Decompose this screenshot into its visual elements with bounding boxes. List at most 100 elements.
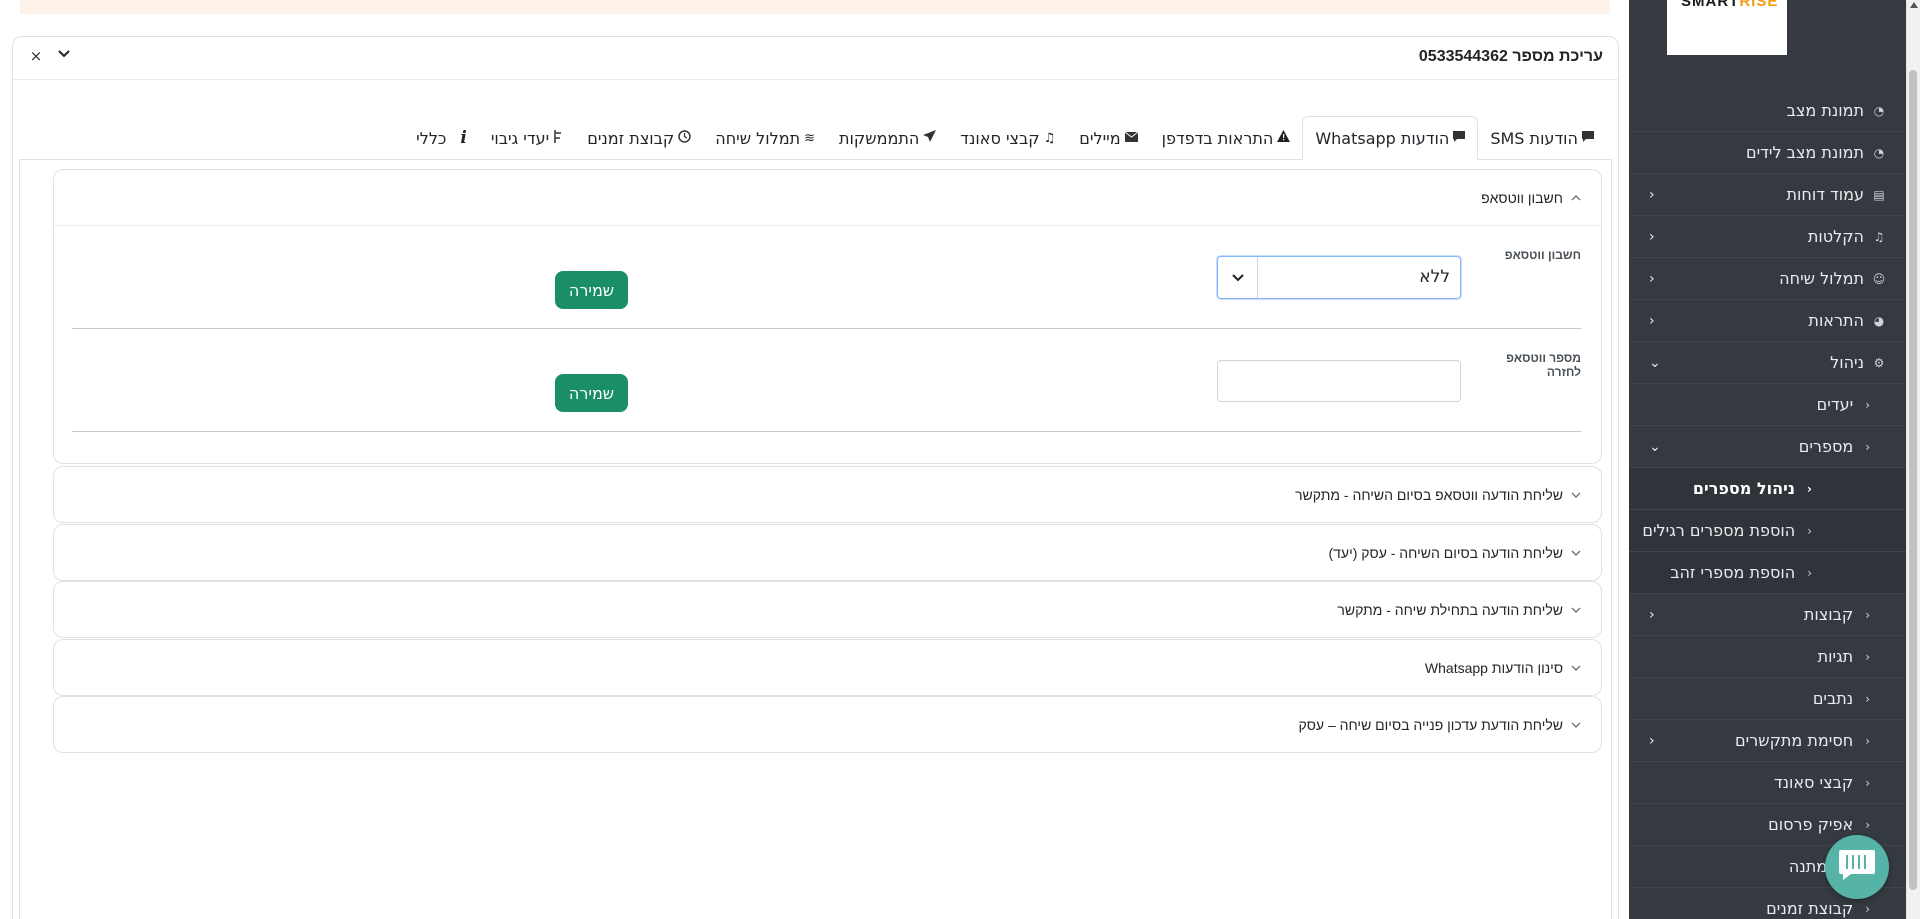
sidebar-item-leads-dashboard[interactable]: ◔ תמונת מצב לידים — [1629, 132, 1906, 174]
tab-bar: הודעות SMS הודעות Whatsapp התראות בדפדפן… — [404, 116, 1606, 160]
tab-general[interactable]: i כללי — [404, 116, 479, 160]
tab-sound-files[interactable]: ♫ קבצי סאונד — [948, 116, 1067, 160]
accordion-header[interactable]: שליחת הודעה בסיום השיחה - עסק (יעד) — [54, 525, 1601, 580]
chevron-left-icon: ‹ — [1649, 607, 1655, 623]
sidebar-item-groups[interactable]: ‹ קבוצות ‹ — [1629, 594, 1906, 636]
sidebar-item-label: התראות — [1808, 311, 1864, 330]
tab-label: מיילים — [1079, 128, 1121, 148]
waves-icon: ≋ — [804, 130, 816, 146]
accordion-header[interactable]: סינון הודעות Whatsapp — [54, 640, 1601, 695]
sidebar-nav: ◔ תמונת מצב ◔ תמונת מצב לידים ▤ עמוד דוח… — [1629, 90, 1906, 919]
accordion-title: שליחת הודעה ווטסאפ בסיום השיחה - מתקשר — [1295, 486, 1563, 503]
tab-label: הודעות Whatsapp — [1315, 128, 1450, 148]
chevron-left-icon: ‹ — [1865, 817, 1870, 832]
chevron-left-icon: ‹ — [1649, 313, 1655, 329]
tab-sms[interactable]: הודעות SMS — [1478, 116, 1606, 160]
tab-whatsapp[interactable]: הודעות Whatsapp — [1302, 116, 1479, 160]
scroll-up-icon[interactable] — [1910, 2, 1918, 8]
music-note-icon: ♫ — [1043, 130, 1056, 146]
sidebar-item-dashboard[interactable]: ◔ תמונת מצב — [1629, 90, 1906, 132]
sidebar-item-label: עמוד דוחות — [1786, 185, 1864, 204]
edit-number-modal: עריכת מספר 0533544362 × הודעות SMS הודעו… — [12, 36, 1619, 919]
sidebar-item-label: תגיות — [1817, 647, 1854, 666]
sidebar-item-label: נתבים — [1812, 689, 1854, 708]
sidebar-item-manage-numbers[interactable]: ‹ ניהול מספרים — [1629, 468, 1906, 510]
logo[interactable]: SMARTRISE — [1667, 0, 1787, 55]
accordion-header[interactable]: שליחת הודעה בתחילת שיחה - מתקשר — [54, 582, 1601, 637]
chevron-left-icon: ‹ — [1865, 901, 1870, 916]
chevron-left-icon: ‹ — [1865, 733, 1870, 748]
sidebar-item-label: קבוצת זמנים — [1766, 899, 1854, 918]
sidebar-item-block-callers[interactable]: ‹ חסימת מתקשרים ‹ — [1629, 720, 1906, 762]
accordion-title: חשבון ווטסאפ — [1481, 189, 1563, 206]
return-number-row: מספר ווטסאפ לחזרה שמירה — [72, 329, 1581, 432]
sidebar-item-targets[interactable]: ‹ יעדים — [1629, 384, 1906, 426]
chevron-left-icon: ‹ — [1865, 691, 1870, 706]
chevron-left-icon: ‹ — [1649, 733, 1655, 749]
tab-label: קבצי סאונד — [960, 128, 1040, 148]
sidebar-item-management[interactable]: ⚙ ניהול ⌄ — [1629, 342, 1906, 384]
accordion-header[interactable]: שליחת הודעה ווטסאפ בסיום השיחה - מתקשר — [54, 467, 1601, 522]
info-icon: i — [460, 128, 467, 148]
speedometer-icon: ◔ — [1873, 103, 1885, 118]
sidebar-item-transcription[interactable]: ☺ תמלול שיחה ‹ — [1629, 258, 1906, 300]
bell-icon: ◕ — [1873, 313, 1885, 328]
sidebar-item-sound-files[interactable]: ‹ קבצי סאונד — [1629, 762, 1906, 804]
tab-time-groups[interactable]: קבוצת זמנים — [575, 116, 703, 160]
accordion-end-call-caller: שליחת הודעה ווטסאפ בסיום השיחה - מתקשר — [53, 466, 1602, 523]
sidebar-item-recordings[interactable]: ♫ הקלטות ‹ — [1629, 216, 1906, 258]
save-return-number-button[interactable]: שמירה — [555, 374, 628, 412]
chevron-left-icon: ‹ — [1649, 271, 1655, 287]
return-number-label: מספר ווטסאפ לחזרה — [1506, 351, 1581, 379]
sidebar-item-routers[interactable]: ‹ נתבים — [1629, 678, 1906, 720]
chat-widget-button[interactable] — [1825, 835, 1889, 899]
chevron-down-icon[interactable] — [1218, 257, 1258, 298]
sidebar-item-alerts[interactable]: ◕ התראות ‹ — [1629, 300, 1906, 342]
sidebar: SMARTRISE ◔ תמונת מצב ◔ תמונת מצב לידים … — [1629, 0, 1906, 919]
sidebar-item-reports[interactable]: ▤ עמוד דוחות ‹ — [1629, 174, 1906, 216]
accordion-title: שליחת הודעה בסיום השיחה - עסק (יעד) — [1328, 544, 1564, 561]
scrollbar-thumb[interactable] — [1909, 70, 1917, 890]
tab-integration[interactable]: התממשקות — [827, 116, 948, 160]
return-number-input[interactable] — [1217, 360, 1461, 402]
tab-backup-targets[interactable]: יעדי גיבוי — [479, 116, 575, 160]
sidebar-item-label: קבצי סאונד — [1773, 773, 1854, 792]
sidebar-item-numbers[interactable]: ‹ מספרים ⌄ — [1629, 426, 1906, 468]
sidebar-item-label: ניהול — [1830, 353, 1864, 372]
chevron-down-icon: ⌄ — [1649, 439, 1661, 455]
save-account-button[interactable]: שמירה — [555, 271, 628, 309]
tab-label: התראות בדפדפן — [1161, 128, 1274, 148]
account-label: חשבון ווטסאפ — [1504, 248, 1581, 262]
tab-transcription[interactable]: ≋ תמלול שיחה — [703, 116, 827, 160]
chevron-down-icon[interactable] — [58, 47, 70, 62]
tab-label: יעדי גיבוי — [490, 128, 550, 148]
tab-emails[interactable]: מיילים — [1067, 116, 1149, 160]
sidebar-item-add-regular-numbers[interactable]: ‹ הוספת מספרים רגילים — [1629, 510, 1906, 552]
sidebar-item-label: תמונת מצב — [1786, 101, 1864, 120]
accordion-whatsapp-filter: סינון הודעות Whatsapp — [53, 639, 1602, 696]
sidebar-item-label: הקלטות — [1807, 227, 1864, 246]
sidebar-item-label: ניהול מספרים — [1692, 479, 1796, 498]
modal-title: עריכת מספר 0533544362 — [1418, 48, 1603, 65]
tab-label: קבוצת זמנים — [587, 128, 675, 148]
accordion-header[interactable]: שליחת הודעת עדכון פנייה בסיום שיחה – עסק — [54, 697, 1601, 752]
accordion-update-business: שליחת הודעת עדכון פנייה בסיום שיחה – עסק — [53, 696, 1602, 753]
chevron-down-icon — [1571, 604, 1581, 616]
tab-browser-alerts[interactable]: התראות בדפדפן — [1150, 116, 1303, 160]
sidebar-item-label: אפיק פרסום — [1768, 815, 1854, 834]
sidebar-item-label: קבוצות — [1803, 605, 1854, 624]
chevron-left-icon: ‹ — [1865, 649, 1870, 664]
chevron-left-icon: ‹ — [1865, 439, 1870, 454]
select-value: ללא — [1419, 267, 1450, 287]
sidebar-item-add-gold-numbers[interactable]: ‹ הוספת מספרי זהב — [1629, 552, 1906, 594]
account-row: חשבון ווטסאפ ללא שמירה — [72, 226, 1581, 329]
tab-label: כללי — [416, 128, 447, 148]
sidebar-item-label: הוספת מספרים רגילים — [1642, 521, 1796, 540]
tab-label: תמלול שיחה — [715, 128, 801, 148]
close-icon[interactable]: × — [29, 47, 43, 65]
accordion-header[interactable]: חשבון ווטסאפ — [54, 170, 1601, 225]
music-note-icon: ♫ — [1873, 229, 1885, 244]
transcription-icon: ☺ — [1872, 271, 1886, 286]
sidebar-item-tags[interactable]: ‹ תגיות — [1629, 636, 1906, 678]
account-select[interactable]: ללא — [1217, 256, 1461, 299]
